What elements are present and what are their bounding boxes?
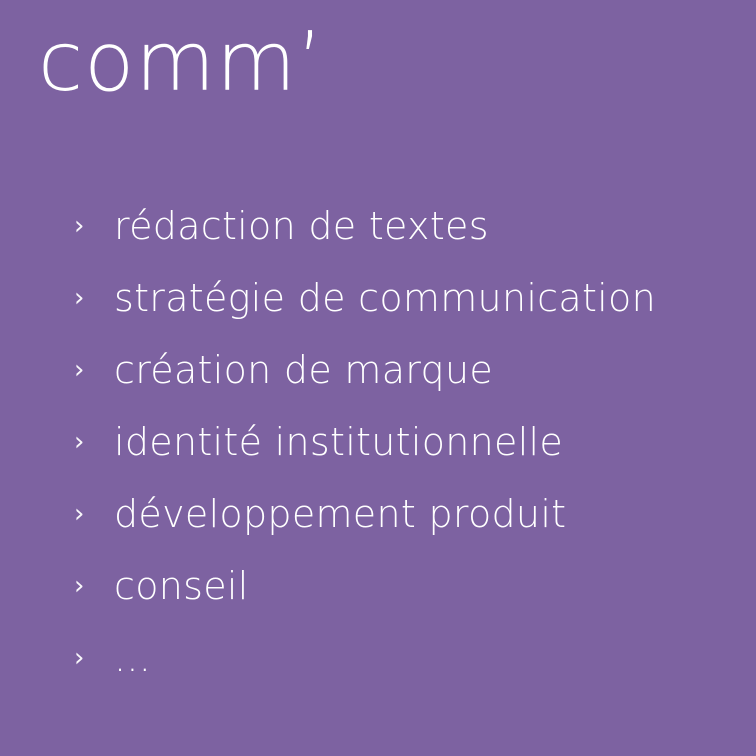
list-item: › stratégie de communication <box>74 262 656 334</box>
service-label: développement produit <box>114 492 567 536</box>
service-label: identité institutionnelle <box>114 420 564 464</box>
list-item: › conseil <box>74 550 656 622</box>
service-tile: comm’ › rédaction de textes › stratégie … <box>0 0 756 756</box>
list-item: › développement produit <box>74 478 656 550</box>
chevron-right-icon: › <box>74 355 85 385</box>
list-item: › création de marque <box>74 334 656 406</box>
chevron-right-icon: › <box>74 283 85 313</box>
list-item: › rédaction de textes <box>74 190 656 262</box>
list-item: › ... <box>74 622 656 694</box>
list-item: › identité institutionnelle <box>74 406 656 478</box>
service-label: rédaction de textes <box>114 204 489 248</box>
service-label: création de marque <box>114 348 494 392</box>
service-label: stratégie de communication <box>114 276 656 320</box>
chevron-right-icon: › <box>74 427 85 457</box>
service-label: conseil <box>114 564 249 608</box>
chevron-right-icon: › <box>74 499 85 529</box>
page-title: comm’ <box>38 15 325 110</box>
chevron-right-icon: › <box>74 571 85 601</box>
chevron-right-icon: › <box>74 643 85 673</box>
service-label: ... <box>114 636 152 680</box>
services-list: › rédaction de textes › stratégie de com… <box>74 190 656 694</box>
chevron-right-icon: › <box>74 211 85 241</box>
